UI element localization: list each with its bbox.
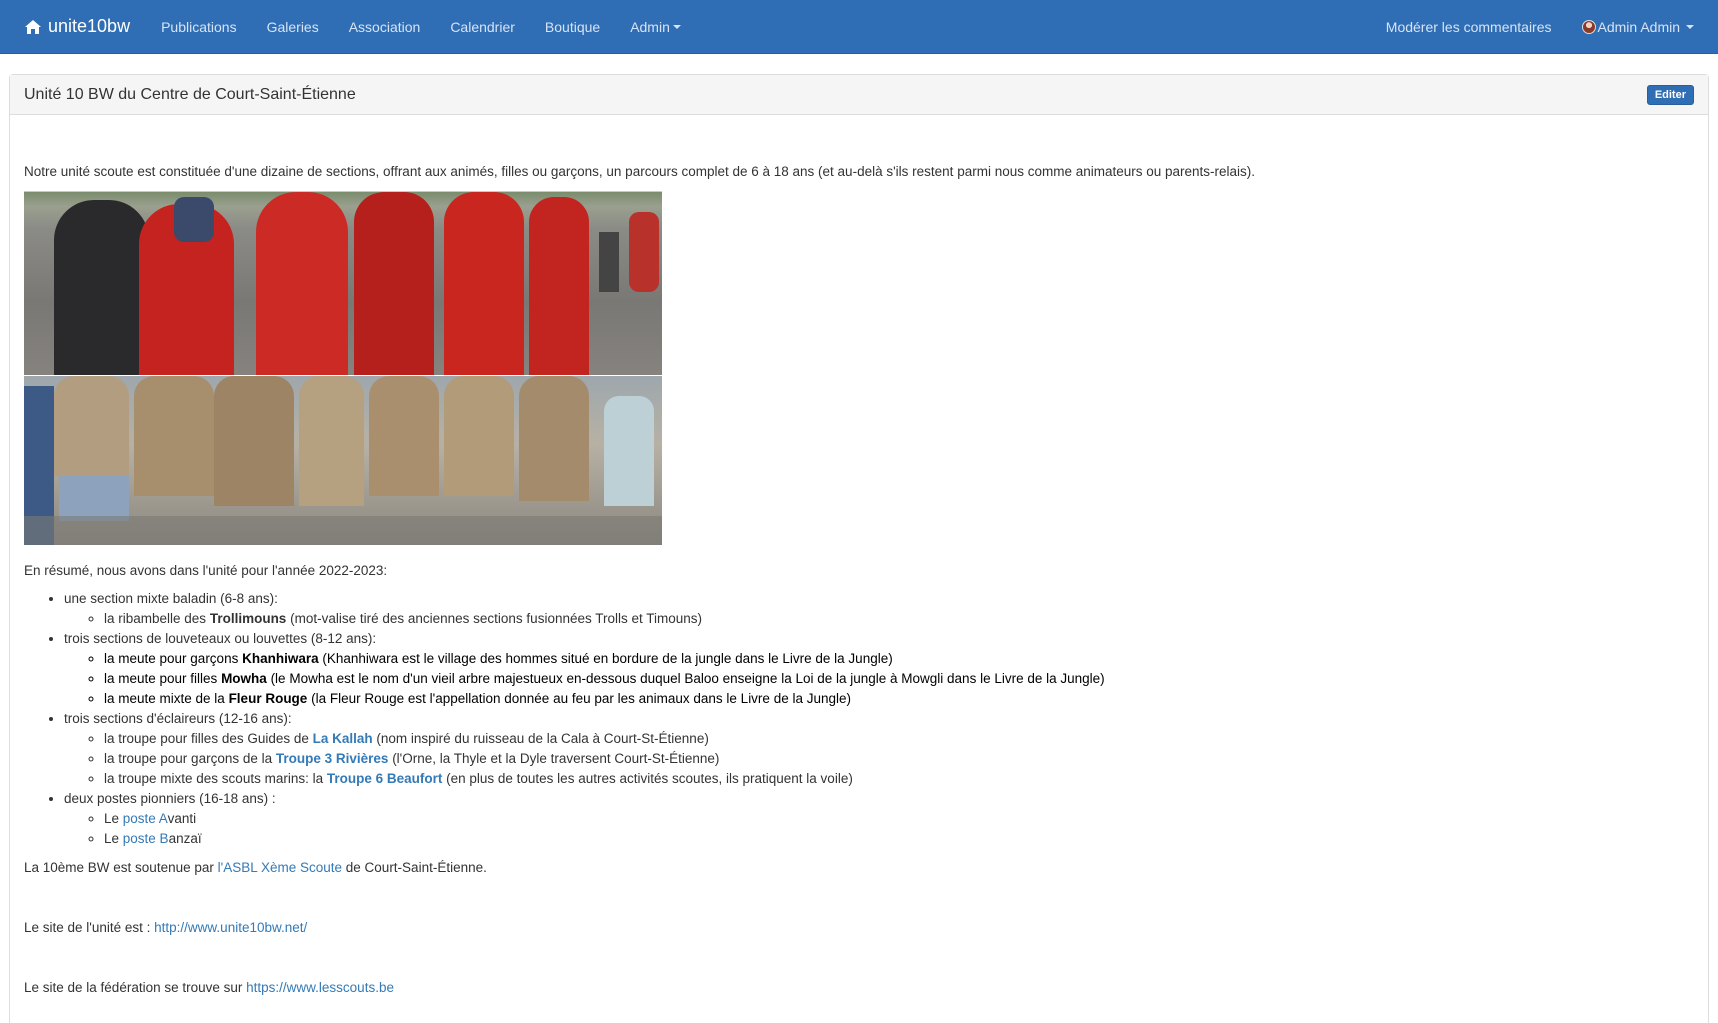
list-item: deux postes pionniers (16-18 ans) : Le p… xyxy=(64,789,1694,849)
item-text: la troupe mixte des scouts marins: la xyxy=(104,771,327,786)
section-label: deux postes pionniers (16-18 ans) : xyxy=(64,791,276,806)
nav-boutique[interactable]: Boutique xyxy=(530,0,615,54)
user-menu: Modérer les commentaires Admin Admin xyxy=(1371,0,1718,54)
list-item: une section mixte baladin (6-8 ans): la … xyxy=(64,589,1694,629)
item-text: la meute pour garçons xyxy=(104,651,243,666)
item-text: (le Mowha est le nom d'un vieil arbre ma… xyxy=(266,671,1105,686)
section-name: La Kallah xyxy=(312,731,373,746)
caret-down-icon xyxy=(672,24,681,29)
list-item: trois sections d'éclaireurs (12-16 ans):… xyxy=(64,709,1694,789)
page-title: Unité 10 BW du Centre de Court-Saint-Éti… xyxy=(24,85,356,103)
section-name: Trollimouns xyxy=(209,611,287,626)
section-label: trois sections d'éclaireurs (12-16 ans): xyxy=(64,711,292,726)
list-item: la ribambelle des Trollimouns (mot-valis… xyxy=(104,609,1694,629)
section-label: une section mixte baladin (6-8 ans): xyxy=(64,591,278,606)
federation-site-paragraph: Le site de la fédération se trouve sur h… xyxy=(24,978,1694,997)
nav-publications[interactable]: Publications xyxy=(146,0,252,54)
panel-heading: Unité 10 BW du Centre de Court-Saint-Éti… xyxy=(10,75,1708,115)
asbl-link[interactable]: l'ASBL Xème Scoute xyxy=(218,860,342,875)
item-text: anzaï xyxy=(168,831,202,846)
sections-list: une section mixte baladin (6-8 ans): la … xyxy=(24,589,1694,849)
nav-galeries[interactable]: Galeries xyxy=(252,0,334,54)
federation-site-link[interactable]: https://www.lesscouts.be xyxy=(246,980,394,995)
item-text: (la Fleur Rouge est l'appellation donnée… xyxy=(307,691,851,706)
paragraph-text: de Court-Saint-Étienne. xyxy=(342,860,487,875)
top-navbar: unite10bw Publications Galeries Associat… xyxy=(0,0,1718,54)
scouts-photo xyxy=(24,191,662,545)
paragraph-text: Le site de l'unité est : xyxy=(24,920,155,935)
list-item: Le poste Banzaï xyxy=(104,829,1694,849)
list-item: la troupe pour filles des Guides de La K… xyxy=(104,729,1694,749)
nav-admin-label: Admin xyxy=(630,18,670,35)
item-text: la troupe pour garçons de la xyxy=(104,751,276,766)
poste-avanti-link[interactable]: poste A xyxy=(123,811,168,826)
unit-site-paragraph: Le site de l'unité est : http://www.unit… xyxy=(24,918,1694,937)
list-item: la meute mixte de la Fleur Rouge (la Fle… xyxy=(104,689,1694,709)
list-item: Le poste Avanti xyxy=(104,809,1694,829)
item-text: Le xyxy=(104,811,123,826)
asbl-paragraph: La 10ème BW est soutenue par l'ASBL Xème… xyxy=(24,858,1694,877)
item-text: (Khanhiwara est le village des hommes si… xyxy=(318,651,893,666)
main-menu: Publications Galeries Association Calend… xyxy=(146,0,696,54)
list-item: la troupe mixte des scouts marins: la Tr… xyxy=(104,769,1694,789)
item-text: la meute pour filles xyxy=(104,671,222,686)
list-item: la meute pour garçons Khanhiwara (Khanhi… xyxy=(104,649,1694,669)
brand-label: unite10bw xyxy=(48,16,131,36)
la-kallah-link[interactable]: La Kallah xyxy=(313,731,373,746)
edit-button[interactable]: Editer xyxy=(1646,84,1694,105)
photo-top-red-shirts xyxy=(24,192,662,375)
section-name: Troupe 6 Beaufort xyxy=(326,771,443,786)
user-avatar-icon xyxy=(1581,19,1596,34)
item-text: (nom inspiré du ruisseau de la Cala à Co… xyxy=(372,731,709,746)
item-text: (l'Orne, la Thyle et la Dyle traversent … xyxy=(388,751,720,766)
section-name: Fleur Rouge xyxy=(228,691,308,706)
unit-site-link[interactable]: http://www.unite10bw.net/ xyxy=(154,920,307,935)
paragraph-text: Le site de la fédération se trouve sur xyxy=(24,980,247,995)
item-text: la troupe pour filles des Guides de xyxy=(104,731,313,746)
nav-calendrier[interactable]: Calendrier xyxy=(435,0,530,54)
troupe-3-rivieres-link[interactable]: Troupe 3 Rivières xyxy=(276,751,389,766)
section-label: trois sections de louveteaux ou louvette… xyxy=(64,631,377,646)
brand-link[interactable]: unite10bw xyxy=(0,0,146,54)
item-text: (en plus de toutes les autres activités … xyxy=(442,771,853,786)
panel-body: Notre unité scoute est constituée d'une … xyxy=(10,162,1708,997)
paragraph-text: La 10ème BW est soutenue par xyxy=(24,860,218,875)
content-panel: Unité 10 BW du Centre de Court-Saint-Éti… xyxy=(9,74,1709,1023)
section-name: Mowha xyxy=(221,671,267,686)
user-name: Admin Admin xyxy=(1597,18,1680,35)
summary-paragraph: En résumé, nous avons dans l'unité pour … xyxy=(24,563,388,578)
troupe-6-beaufort-link[interactable]: Troupe 6 Beaufort xyxy=(327,771,443,786)
section-name: Troupe 3 Rivières xyxy=(275,751,389,766)
list-item: la meute pour filles Mowha (le Mowha est… xyxy=(104,669,1694,689)
poste-banzai-link[interactable]: poste B xyxy=(123,831,169,846)
user-dropdown[interactable]: Admin Admin xyxy=(1567,0,1694,54)
nav-admin-dropdown[interactable]: Admin xyxy=(615,0,696,54)
item-text: vanti xyxy=(167,811,197,826)
moderate-comments-link[interactable]: Modérer les commentaires xyxy=(1371,0,1567,54)
list-item: la troupe pour garçons de la Troupe 3 Ri… xyxy=(104,749,1694,769)
item-text: la meute mixte de la xyxy=(104,691,229,706)
list-item: trois sections de louveteaux ou louvette… xyxy=(64,629,1694,709)
caret-down-icon xyxy=(1686,24,1694,29)
photo-bottom-beige-shirts xyxy=(24,376,662,545)
item-text: (mot-valise tiré des anciennes sections … xyxy=(286,611,703,626)
section-name: Khanhiwara xyxy=(242,651,319,666)
item-text: la ribambelle des xyxy=(104,611,210,626)
item-text: Le xyxy=(104,831,123,846)
intro-paragraph: Notre unité scoute est constituée d'une … xyxy=(24,164,1256,179)
home-icon xyxy=(25,19,41,34)
nav-association[interactable]: Association xyxy=(334,0,436,54)
